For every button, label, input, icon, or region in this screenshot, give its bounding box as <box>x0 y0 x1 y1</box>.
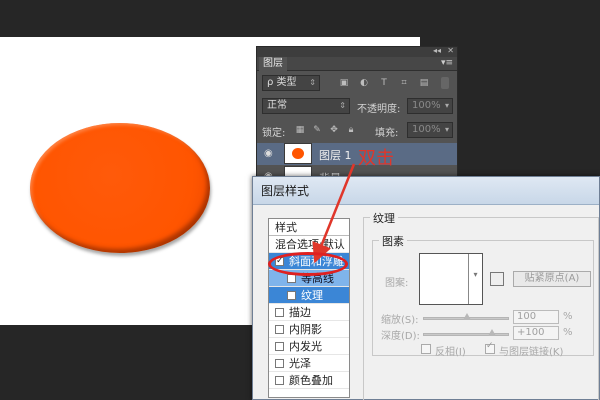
annotation-arrow <box>312 163 356 264</box>
annotation-highlight-oval <box>268 252 348 276</box>
